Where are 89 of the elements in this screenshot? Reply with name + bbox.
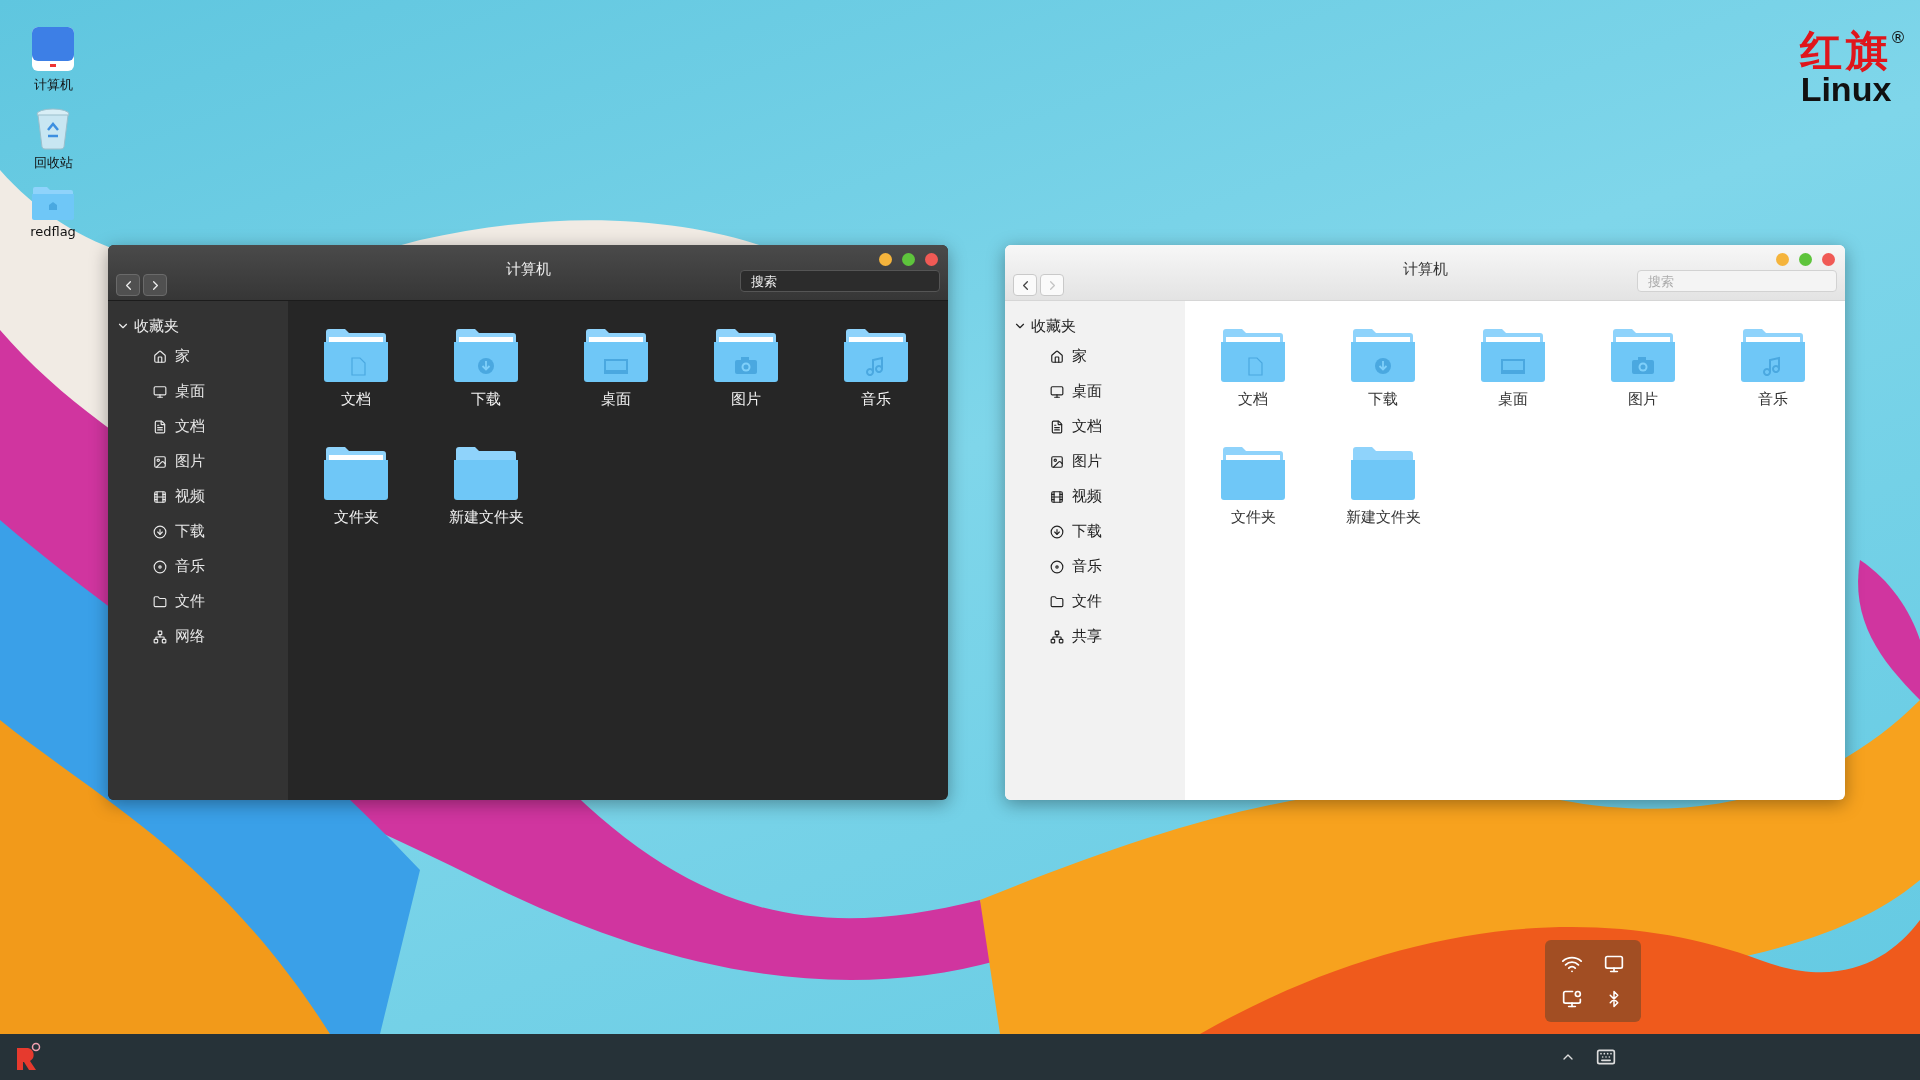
back-button[interactable]: [116, 274, 140, 296]
sidebar-item[interactable]: 文件: [1072, 592, 1102, 611]
sidebar-item[interactable]: 音乐: [1072, 557, 1102, 576]
trash-icon: [35, 108, 71, 150]
folder-icon: [324, 446, 388, 500]
folder-icon: [1221, 446, 1285, 500]
folder-label[interactable]: 文件夹: [333, 508, 379, 527]
close-button[interactable]: [1822, 253, 1835, 266]
start-menu-icon[interactable]: [14, 1042, 42, 1072]
computer-icon: [31, 26, 75, 72]
back-button[interactable]: [1013, 274, 1037, 296]
desktop-icon-label[interactable]: redflag: [30, 224, 76, 239]
sidebar-item[interactable]: 文件: [175, 592, 205, 611]
folder-icon: [324, 328, 388, 382]
folder-label[interactable]: 新建文件夹: [1345, 508, 1421, 527]
document-icon: [153, 419, 167, 434]
film-icon: [153, 489, 167, 504]
desktop-icon-label[interactable]: 回收站: [33, 154, 73, 172]
logo-subtitle: Linux: [1800, 72, 1892, 106]
sidebar-item[interactable]: 图片: [1072, 452, 1102, 471]
folder-label[interactable]: 音乐: [861, 390, 891, 409]
folder-label[interactable]: 下载: [471, 390, 501, 409]
sidebar-item[interactable]: 桌面: [175, 382, 205, 401]
sidebar-item[interactable]: 文档: [175, 417, 205, 436]
folder-icon: [714, 328, 778, 382]
folder-label[interactable]: 新建文件夹: [448, 508, 524, 527]
sidebar-item[interactable]: 下载: [1072, 522, 1102, 541]
desktop-icon-label[interactable]: 计算机: [33, 76, 73, 94]
monitor-icon[interactable]: [1604, 954, 1624, 974]
folder-icon: [454, 446, 518, 500]
minimize-button[interactable]: [879, 253, 892, 266]
folder-label[interactable]: 文件夹: [1230, 508, 1276, 527]
window-title: 计算机: [505, 260, 551, 279]
folder-icon: [1050, 594, 1064, 609]
sidebar-item[interactable]: 家: [175, 347, 190, 366]
sidebar-item[interactable]: 家: [1072, 347, 1087, 366]
sidebar-item[interactable]: 视频: [1072, 487, 1102, 506]
registered-mark: ®: [1890, 28, 1906, 47]
disc-icon: [153, 559, 167, 574]
search-field[interactable]: 搜索: [740, 270, 940, 292]
document-icon: [1050, 419, 1064, 434]
monitor-icon: [153, 384, 167, 399]
folder-label[interactable]: 图片: [1628, 390, 1658, 409]
sidebar-item[interactable]: 图片: [175, 452, 205, 471]
logo-title: 红旗: [1800, 30, 1892, 72]
disc-icon: [1050, 559, 1064, 574]
folder-icon: [1611, 328, 1675, 382]
folder-icon: [1741, 328, 1805, 382]
picture-icon: [153, 454, 167, 469]
home-icon: [1050, 349, 1064, 364]
download-icon: [153, 524, 167, 539]
monitor-icon: [1050, 384, 1064, 399]
folder-icon: [584, 328, 648, 382]
folder-icon: [153, 594, 167, 609]
download-icon: [1050, 524, 1064, 539]
folder-icon: [1351, 328, 1415, 382]
home-icon: [153, 349, 167, 364]
folder-icon: [1351, 446, 1415, 500]
network-icon: [153, 629, 167, 644]
folder-label[interactable]: 文档: [1238, 390, 1268, 409]
film-icon: [1050, 489, 1064, 504]
sidebar-item[interactable]: 文档: [1072, 417, 1102, 436]
picture-icon: [1050, 454, 1064, 469]
section-header: 收藏夹: [1031, 316, 1076, 336]
network-icon: [1050, 629, 1064, 644]
folder-icon: [454, 328, 518, 382]
folder-label[interactable]: 图片: [731, 390, 761, 409]
sidebar-item[interactable]: 共享: [1072, 627, 1102, 646]
sidebar-item[interactable]: 桌面: [1072, 382, 1102, 401]
sidebar-item[interactable]: 音乐: [175, 557, 205, 576]
window-title: 计算机: [1402, 260, 1448, 279]
folder-label[interactable]: 文档: [341, 390, 371, 409]
folder-label[interactable]: 音乐: [1758, 390, 1788, 409]
sidebar-item[interactable]: 下载: [175, 522, 205, 541]
folder-icon: [1221, 328, 1285, 382]
maximize-button[interactable]: [902, 253, 915, 266]
folder-icon: [844, 328, 908, 382]
sidebar-item[interactable]: 网络: [175, 627, 205, 646]
folder-icon: [1481, 328, 1545, 382]
sidebar-item[interactable]: 视频: [175, 487, 205, 506]
folder-label[interactable]: 桌面: [1498, 390, 1528, 409]
folder-icon: [32, 186, 74, 220]
folder-label[interactable]: 下载: [1368, 390, 1398, 409]
close-button[interactable]: [925, 253, 938, 266]
monitor-icon[interactable]: [1562, 989, 1582, 1009]
folder-label[interactable]: 桌面: [601, 390, 631, 409]
forward-button[interactable]: [143, 274, 167, 296]
keyboard-icon[interactable]: [1596, 1047, 1616, 1067]
section-header: 收藏夹: [134, 316, 179, 336]
